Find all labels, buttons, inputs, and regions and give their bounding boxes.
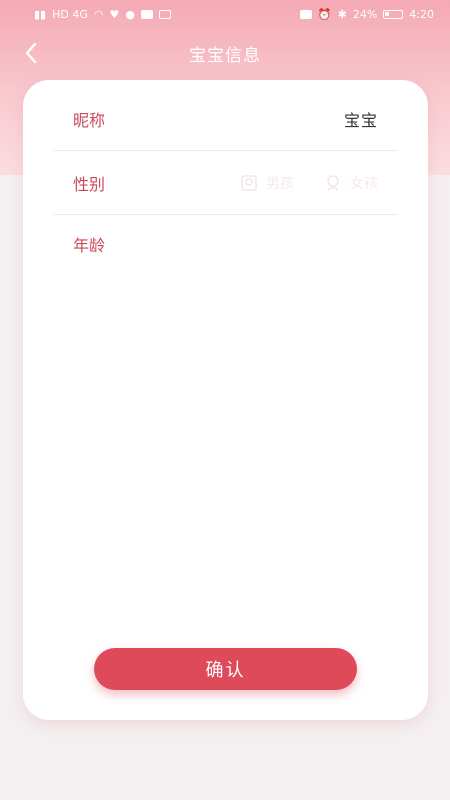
- signal-icon: ▮▮: [34, 7, 47, 21]
- age-label: 年龄: [73, 236, 106, 255]
- back-button[interactable]: [14, 38, 48, 68]
- gender-option-boy-label: 男孩: [266, 176, 294, 192]
- nickname-row[interactable]: 昵称 宝宝: [53, 88, 398, 150]
- chevron-left-icon: [25, 42, 37, 64]
- baby-info-card: 昵称 宝宝 性别 男孩 女孩 年龄 确认: [23, 80, 428, 720]
- app-icon: [158, 9, 171, 19]
- carrier-label: HD 4G: [52, 7, 88, 21]
- gender-options: 男孩 女孩: [240, 173, 378, 193]
- girl-icon: [327, 175, 339, 191]
- confirm-button[interactable]: 确认: [94, 648, 357, 690]
- status-left: ▮▮ HD 4G ◠ ♥ ●: [34, 9, 171, 20]
- page-title: 宝宝信息: [189, 45, 261, 66]
- nfc-icon: [299, 9, 312, 19]
- gender-row: 性别 男孩 女孩: [53, 152, 398, 214]
- status-bar: ▮▮ HD 4G ◠ ♥ ● ⏰ ✱ 24% 4:20: [0, 0, 450, 28]
- heart-icon: ♥: [109, 7, 120, 21]
- chat-icon: ●: [125, 7, 135, 21]
- wifi-icon: ◠: [93, 7, 104, 21]
- navigation-bar: 宝宝信息: [0, 30, 450, 76]
- bluetooth-icon: ✱: [337, 7, 347, 21]
- age-row[interactable]: 年龄: [53, 214, 398, 276]
- battery-icon: [383, 9, 404, 19]
- gender-label: 性别: [73, 175, 106, 194]
- nickname-label: 昵称: [73, 111, 106, 130]
- gender-option-girl-label: 女孩: [350, 176, 378, 192]
- nickname-value[interactable]: 宝宝: [344, 107, 378, 131]
- gender-option-girl[interactable]: 女孩: [324, 173, 378, 193]
- alarm-icon: ⏰: [317, 7, 332, 21]
- gender-option-boy[interactable]: 男孩: [240, 173, 294, 193]
- divider: [53, 150, 398, 151]
- battery-percent: 24%: [352, 7, 378, 21]
- boy-icon: [241, 175, 257, 191]
- status-time: 4:20: [409, 7, 434, 21]
- notification-icon: [140, 9, 153, 19]
- status-right: ⏰ ✱ 24% 4:20: [299, 7, 434, 21]
